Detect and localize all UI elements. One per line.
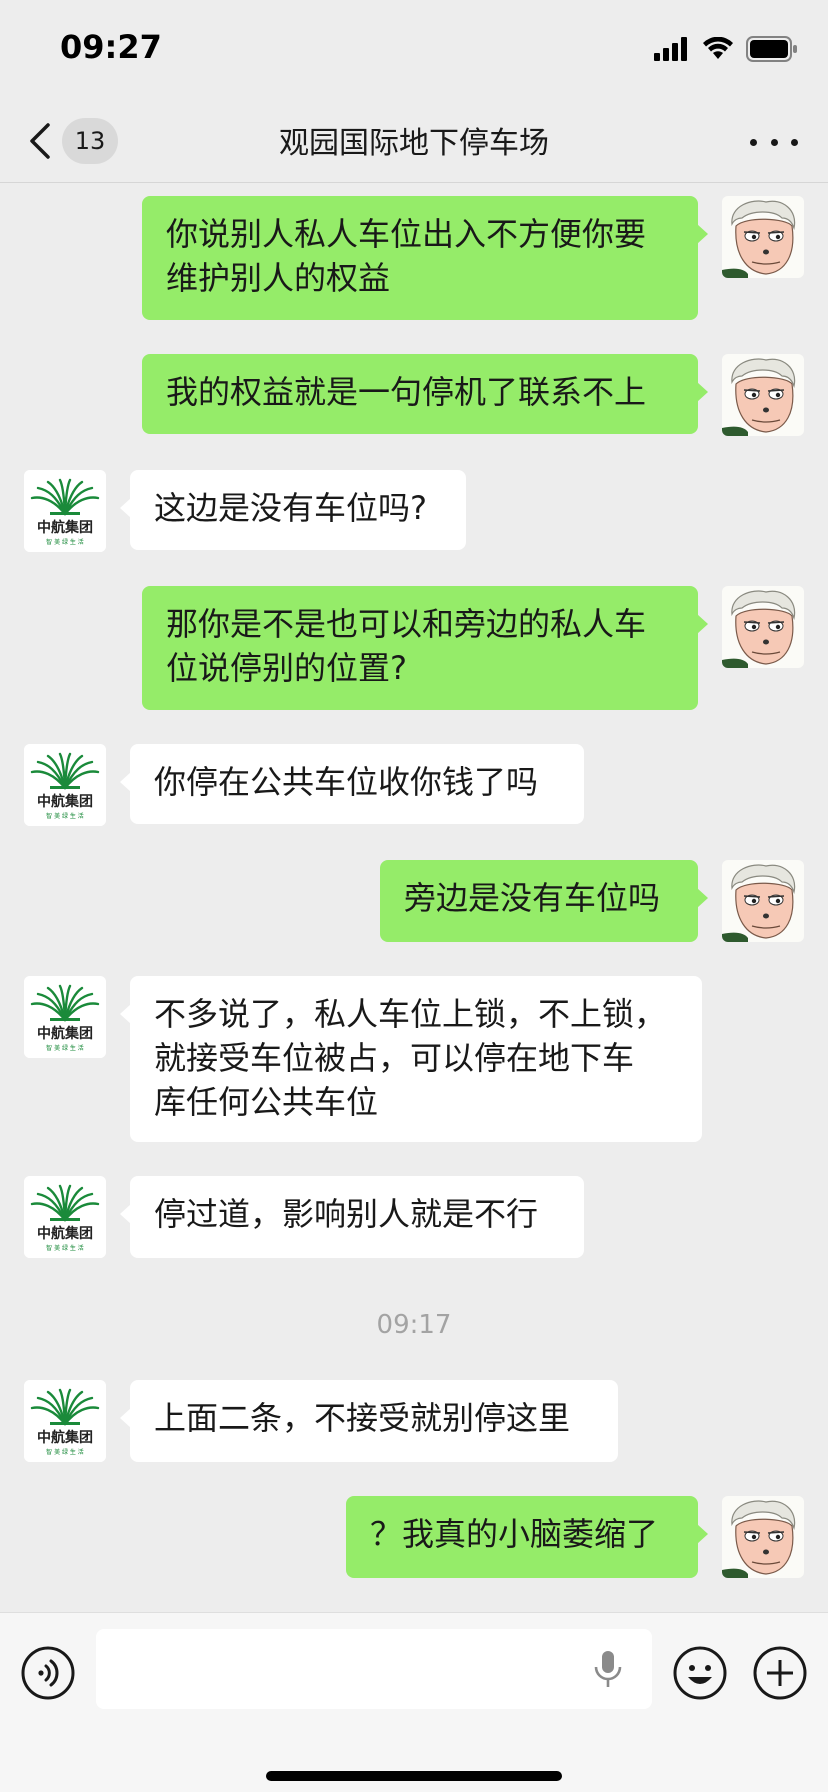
message-timestamp: 09:17 [376,1310,452,1340]
chat-message-list[interactable]: 你说别人私人车位出入不方便你要 维护别人的权益 我的权益就是一句停机了联系不上 [0,184,828,1610]
my-avatar[interactable] [722,354,804,436]
message-line: 你停在公共车位收你钱了吗 [154,763,539,801]
logo-brand-text: 中航集团 [37,1025,93,1042]
cartoon-face-icon [722,586,804,668]
more-dot-icon [750,138,757,146]
status-time: 09:27 [60,28,162,66]
cellular-signal-icon [654,37,687,61]
logo-slogan-text: 智 美 绿 生 活 [46,812,84,820]
contact-avatar[interactable]: 中航集团智 美 绿 生 活 [24,1176,106,1258]
logo-slogan-text: 智 美 绿 生 活 [46,1244,84,1252]
message-line: 你说别人私人车位出入不方便你要 [166,215,647,253]
home-indicator [266,1771,562,1781]
message-line: 上面二条，不接受就别停这里 [154,1399,571,1437]
message-line: 维护别人的权益 [166,259,391,297]
message-line: 就接受车位被占，可以停在地下车 [154,1039,635,1077]
message-bubble[interactable]: 你停在公共车位收你钱了吗 [120,744,584,824]
logo-slogan-text: 智 美 绿 生 活 [46,1448,84,1456]
contact-avatar[interactable]: 中航集团智 美 绿 生 活 [24,744,106,826]
voice-mode-button[interactable] [20,1645,76,1701]
more-dot-icon [770,138,778,146]
message-line: ？我真的小脑萎缩了 [370,1515,659,1553]
logo-brand-text: 中航集团 [37,519,93,536]
company-logo-icon: 中航集团智 美 绿 生 活 [24,1380,106,1462]
message-bubble[interactable]: 旁边是没有车位吗 [380,860,708,942]
logo-brand-text: 中航集团 [37,793,93,810]
wifi-icon [703,37,733,59]
company-logo-icon: 中航集团智 美 绿 生 活 [24,976,106,1058]
contact-avatar[interactable]: 中航集团智 美 绿 生 活 [24,1380,106,1462]
plus-icon [753,1646,807,1700]
company-logo-icon: 中航集团智 美 绿 生 活 [24,1176,106,1258]
company-logo-icon: 中航集团智 美 绿 生 活 [24,470,106,552]
message-bubble[interactable]: 那你是不是也可以和旁边的私人车 位说停别的位置? [142,586,708,710]
contact-avatar[interactable]: 中航集团智 美 绿 生 活 [24,470,106,552]
contact-avatar[interactable]: 中航集团智 美 绿 生 活 [24,976,106,1058]
battery-icon [746,36,797,62]
more-functions-button[interactable] [752,1645,808,1701]
my-avatar[interactable] [722,1496,804,1578]
logo-slogan-text: 智 美 绿 生 活 [46,1044,84,1052]
logo-brand-text: 中航集团 [37,1225,93,1242]
nav-bar: 13 观园国际地下停车场 [0,100,828,183]
my-avatar[interactable] [722,586,804,668]
cartoon-face-icon [722,354,804,436]
voice-icon [21,1646,75,1700]
message-bubble[interactable]: 停过道，影响别人就是不行 [120,1176,584,1258]
message-bubble[interactable]: 上面二条，不接受就别停这里 [120,1380,618,1462]
more-dot-icon [791,138,798,146]
message-line: 我的权益就是一句停机了联系不上 [166,373,647,411]
message-bubble[interactable]: 你说别人私人车位出入不方便你要 维护别人的权益 [142,196,708,320]
message-line: 旁边是没有车位吗 [404,879,661,917]
message-bubble[interactable]: ？我真的小脑萎缩了 [346,1496,708,1578]
company-logo-icon: 中航集团智 美 绿 生 活 [24,744,106,826]
cartoon-face-icon [722,196,804,278]
status-bar: 09:27 [0,0,828,100]
logo-slogan-text: 智 美 绿 生 活 [46,538,84,546]
my-avatar[interactable] [722,860,804,942]
message-line: 位说停别的位置? [166,649,407,687]
chat-title: 观园国际地下停车场 [279,126,549,161]
logo-brand-text: 中航集团 [37,1429,93,1446]
emoji-button[interactable] [672,1645,728,1701]
message-bubble[interactable]: 我的权益就是一句停机了联系不上 [142,354,708,434]
cartoon-face-icon [722,860,804,942]
input-bar [0,1612,828,1792]
message-line: 不多说了，私人车位上锁，不上锁， [154,995,667,1033]
message-bubble[interactable]: 不多说了，私人车位上锁，不上锁， 就接受车位被占，可以停在地下车 库任何公共车位 [120,976,702,1142]
more-options-button[interactable] [750,124,798,160]
message-line: 停过道，影响别人就是不行 [154,1195,539,1233]
status-icons [654,34,798,64]
speech-to-text-button[interactable] [592,1649,624,1689]
message-line: 这边是没有车位吗? [154,489,427,527]
smiley-icon [673,1646,727,1700]
message-line: 库任何公共车位 [154,1083,379,1121]
microphone-icon [594,1651,622,1687]
cartoon-face-icon [722,1496,804,1578]
message-bubble[interactable]: 这边是没有车位吗? [120,470,466,550]
my-avatar[interactable] [722,196,804,278]
message-line: 那你是不是也可以和旁边的私人车 [166,605,647,643]
message-input[interactable] [96,1629,652,1709]
